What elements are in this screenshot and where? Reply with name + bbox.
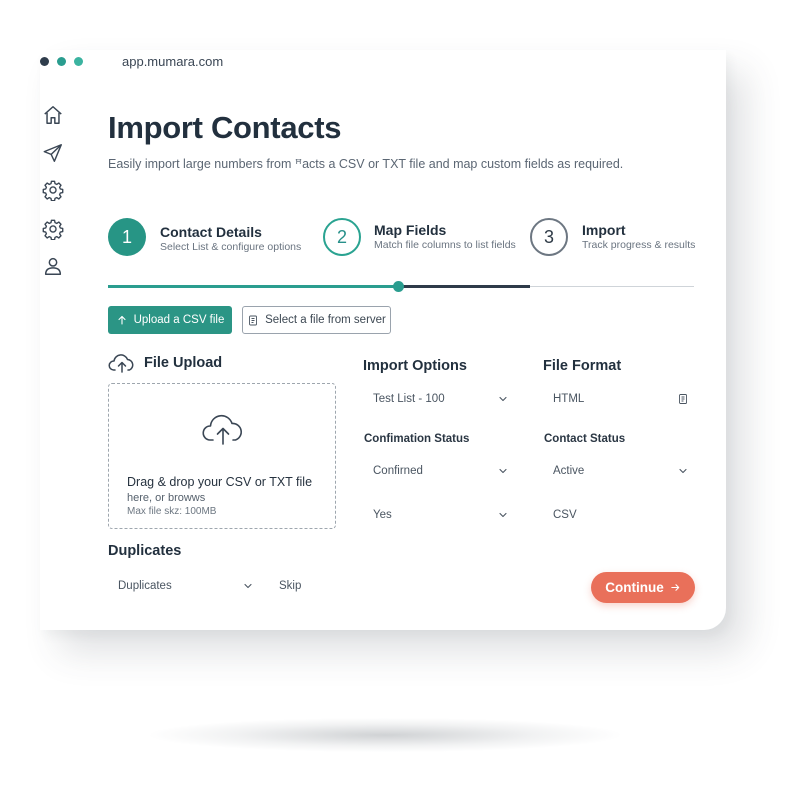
page-subtitle: Easily import large numbers from ꟸacts a… xyxy=(108,157,624,171)
upload-csv-button[interactable]: Upload a CSV file xyxy=(108,306,232,334)
confirmation-status-value: Confirned xyxy=(373,465,423,477)
step-2-title[interactable]: Map Fields xyxy=(374,222,446,238)
select-server-file-button[interactable]: Select a file from server xyxy=(242,306,391,334)
address-url[interactable]: app.mumara.com xyxy=(122,54,223,69)
file-dropzone[interactable]: Drag & drop your CSV or TXT file here, o… xyxy=(108,383,336,529)
document-icon xyxy=(679,394,687,404)
document-icon xyxy=(249,315,258,325)
browser-titlebar: app.mumara.com xyxy=(40,50,726,72)
progress-bar-current xyxy=(398,285,530,288)
list-select[interactable]: Test List - 100 xyxy=(363,387,515,413)
contact-status-value: Active xyxy=(553,465,585,477)
progress-bar-complete xyxy=(108,285,398,288)
chevron-down-icon xyxy=(679,468,687,474)
step-3-description: Track progress & results xyxy=(582,239,696,251)
progress-bar-remaining xyxy=(530,286,694,287)
file-format-select[interactable]: HTML xyxy=(543,387,695,413)
dropzone-max-size: Max file skz: 100MB xyxy=(127,506,217,517)
progress-knob xyxy=(393,281,404,292)
duplicates-heading: Duplicates xyxy=(108,543,182,559)
send-icon[interactable] xyxy=(42,142,64,164)
file-format-value: HTML xyxy=(553,393,585,405)
duplicates-select-value: Duplicates xyxy=(118,580,172,592)
file-upload-heading: File Upload xyxy=(144,355,223,371)
select-server-file-label: Select a file from server xyxy=(265,314,386,326)
confirmation-status-select[interactable]: Confirned xyxy=(363,459,515,485)
contact-status-label: Contact Status xyxy=(544,433,626,445)
cloud-upload-icon xyxy=(202,414,242,445)
window-dot-dark xyxy=(40,57,49,66)
window-dot-green xyxy=(74,57,83,66)
yes-no-select[interactable]: Yes xyxy=(363,503,515,529)
contact-status-select[interactable]: Active xyxy=(543,459,695,485)
duplicates-action[interactable]: Skip xyxy=(269,574,339,600)
continue-button[interactable]: Continue xyxy=(591,572,695,603)
upload-csv-label: Upload a CSV file xyxy=(133,314,225,326)
dropzone-instruction: Drag & drop your CSV or TXT file xyxy=(127,475,313,489)
home-icon[interactable] xyxy=(42,104,64,126)
continue-label: Continue xyxy=(605,580,664,595)
step-1-indicator[interactable]: 1 xyxy=(108,218,146,256)
settings-icon[interactable] xyxy=(42,218,64,241)
duplicates-select[interactable]: Duplicates xyxy=(108,574,260,600)
step-3-indicator[interactable]: 3 xyxy=(530,218,568,256)
step-2-indicator[interactable]: 2 xyxy=(323,218,361,256)
window-dot-teal xyxy=(57,57,66,66)
user-icon[interactable] xyxy=(42,255,64,277)
confirmation-status-label: Confimation Status xyxy=(364,433,470,445)
dropzone-browse-link[interactable]: here, or browws xyxy=(127,492,205,504)
app-window: app.mumara.com Import Contacts Easily im… xyxy=(40,50,726,630)
step-3-title[interactable]: Import xyxy=(582,222,626,238)
chevron-down-icon xyxy=(499,396,507,402)
file-type-field[interactable]: CSV xyxy=(543,503,695,529)
import-options-heading: Import Options xyxy=(363,358,467,374)
floor-shadow xyxy=(150,718,620,752)
page-title: Import Contacts xyxy=(108,110,342,145)
yes-no-select-value: Yes xyxy=(373,509,392,521)
file-format-heading: File Format xyxy=(543,358,622,374)
chevron-down-icon xyxy=(499,468,507,474)
arrow-right-icon xyxy=(671,584,680,591)
duplicates-action-value: Skip xyxy=(279,580,302,592)
chevron-down-icon xyxy=(244,583,252,589)
file-type-value: CSV xyxy=(553,509,577,521)
upload-arrow-icon xyxy=(118,315,126,325)
step-2-description: Match file columns to list fields xyxy=(374,239,516,251)
list-select-value: Test List - 100 xyxy=(373,393,445,405)
step-1-title[interactable]: Contact Details xyxy=(160,224,262,240)
cloud-upload-icon xyxy=(108,354,134,373)
chevron-down-icon xyxy=(499,512,507,518)
settings-icon[interactable] xyxy=(42,179,64,202)
step-1-description: Select List & configure options xyxy=(160,241,302,253)
